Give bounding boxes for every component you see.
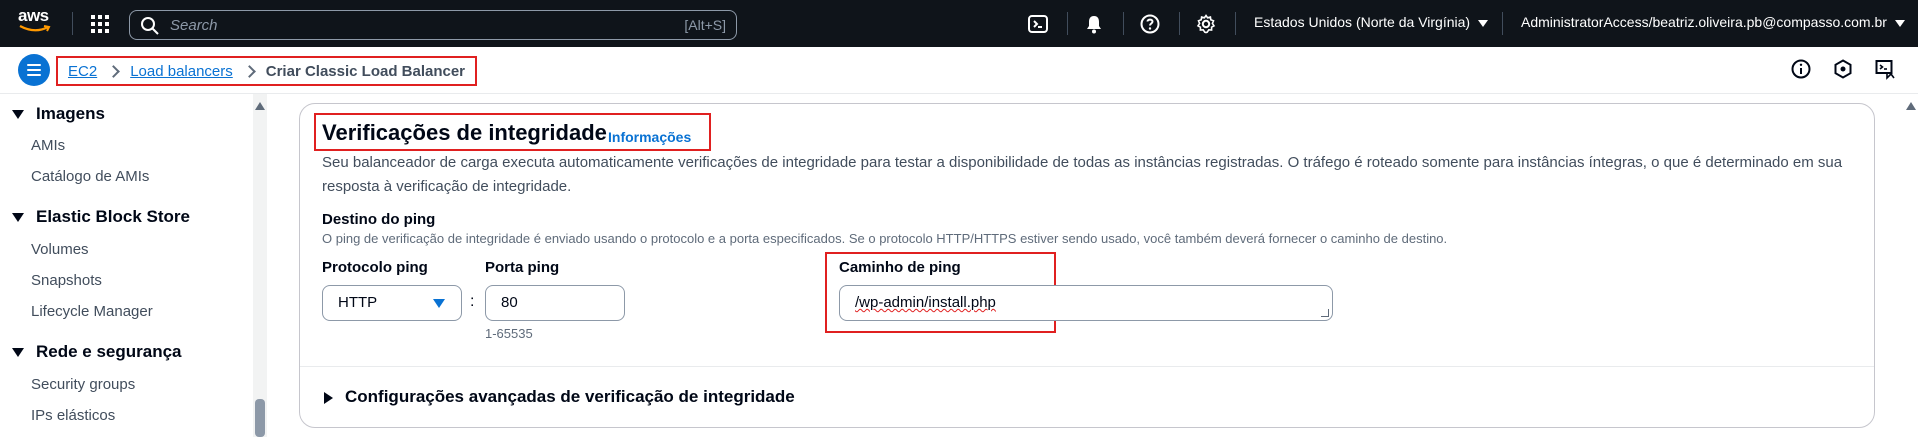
- advanced-settings-label: Configurações avançadas de verificação d…: [345, 387, 795, 406]
- ping-protocol-select[interactable]: HTTP: [322, 285, 462, 321]
- nav-divider: [1123, 12, 1124, 35]
- hamburger-icon: [27, 64, 41, 66]
- nav-divider: [1502, 12, 1503, 35]
- chevron-right-icon: [242, 64, 256, 78]
- sidebar-section-network-security[interactable]: Rede e segurança: [12, 342, 182, 362]
- breadcrumb-ec2[interactable]: EC2: [68, 63, 97, 80]
- sidebar: Imagens AMIs Catálogo de AMIs Elastic Bl…: [0, 94, 253, 437]
- panel-divider: [300, 366, 1874, 367]
- aws-logo-text: aws: [18, 6, 49, 25]
- notifications-bell-icon[interactable]: [1083, 13, 1105, 35]
- breadcrumb-load-balancers[interactable]: Load balancers: [130, 63, 233, 80]
- sidebar-section-title: Imagens: [36, 104, 105, 123]
- feedback-console-icon[interactable]: [1874, 58, 1896, 80]
- sidebar-scrollbar[interactable]: [253, 94, 267, 437]
- chevron-right-icon: [107, 64, 121, 78]
- scrollbar-thumb[interactable]: [255, 399, 265, 437]
- account-menu[interactable]: AdministratorAccess/beatriz.oliveira.pb@…: [1521, 14, 1905, 30]
- panel-title: Verificações de integridade: [322, 120, 607, 145]
- search-shortcut: [Alt+S]: [684, 17, 726, 33]
- ping-target-label: Destino do ping: [322, 211, 436, 228]
- sidebar-item-amis[interactable]: AMIs: [31, 137, 65, 154]
- sidebar-item-security-groups[interactable]: Security groups: [31, 376, 135, 393]
- caret-down-icon: [12, 110, 24, 120]
- top-navigation-bar: aws Search [Alt+S] Estados Unidos (Norte…: [0, 0, 1918, 47]
- shield-hexagon-icon[interactable]: [1832, 58, 1854, 80]
- ping-port-value: 80: [501, 294, 518, 311]
- settings-gear-icon[interactable]: [1195, 13, 1217, 35]
- main-scrollbar[interactable]: [1903, 94, 1918, 437]
- ping-target-description: O ping de verificação de integridade é e…: [322, 231, 1448, 246]
- aws-logo[interactable]: aws: [18, 6, 56, 38]
- caret-down-icon: [12, 213, 24, 223]
- ping-port-hint: 1-65535: [485, 326, 533, 341]
- sidebar-section-title: Rede e segurança: [36, 342, 182, 361]
- nav-divider: [72, 12, 73, 35]
- info-panel-icon[interactable]: [1790, 58, 1812, 80]
- chevron-down-icon: [1894, 19, 1905, 27]
- resize-grip-icon[interactable]: [1321, 309, 1329, 317]
- services-grid-icon[interactable]: [90, 14, 110, 34]
- ping-port-input[interactable]: 80: [485, 285, 625, 321]
- search-input[interactable]: Search [Alt+S]: [129, 10, 737, 40]
- region-selector[interactable]: Estados Unidos (Norte da Virgínia): [1254, 14, 1489, 30]
- ping-path-label: Caminho de ping: [839, 259, 961, 276]
- region-label: Estados Unidos (Norte da Virgínia): [1254, 14, 1471, 30]
- sidebar-item-lifecycle-manager[interactable]: Lifecycle Manager: [31, 303, 153, 320]
- aws-smile-icon: [19, 25, 51, 32]
- scroll-up-arrow-icon[interactable]: [1906, 102, 1916, 110]
- panel-description: Seu balanceador de carga executa automat…: [322, 154, 1843, 195]
- caret-right-icon: [324, 391, 333, 404]
- sidebar-section-title: Elastic Block Store: [36, 207, 191, 226]
- ping-path-input[interactable]: /wp-admin/install.php: [839, 285, 1333, 321]
- search-placeholder: Search: [170, 17, 218, 34]
- caret-down-icon: [433, 299, 445, 308]
- hamburger-icon-line: [27, 74, 41, 76]
- info-link[interactable]: Informações: [608, 129, 691, 145]
- sidebar-item-snapshots[interactable]: Snapshots: [31, 272, 102, 289]
- chevron-down-icon: [1478, 19, 1489, 27]
- scroll-up-arrow-icon[interactable]: [255, 102, 265, 110]
- help-icon[interactable]: [1139, 13, 1161, 35]
- nav-divider: [1235, 12, 1236, 35]
- search-icon: [141, 17, 159, 35]
- breadcrumb-current: Criar Classic Load Balancer: [265, 62, 466, 80]
- hamburger-icon-line: [27, 69, 41, 71]
- sidebar-item-ami-catalog[interactable]: Catálogo de AMIs: [31, 168, 149, 185]
- cloudshell-icon[interactable]: [1027, 13, 1049, 35]
- breadcrumb: EC2 Load balancers Criar Classic Load Ba…: [56, 56, 478, 86]
- side-menu-button[interactable]: [18, 54, 50, 86]
- nav-divider: [1179, 12, 1180, 35]
- sidebar-section-imagens[interactable]: Imagens: [12, 104, 105, 124]
- ping-path-value: /wp-admin/install.php: [855, 294, 996, 311]
- caret-down-icon: [12, 348, 24, 358]
- advanced-settings-expander[interactable]: Configurações avançadas de verificação d…: [324, 387, 795, 407]
- ping-port-label: Porta ping: [485, 259, 560, 276]
- protocol-port-separator: :: [470, 293, 475, 310]
- account-label: AdministratorAccess/beatriz.oliveira.pb@…: [1521, 14, 1887, 30]
- ping-protocol-value: HTTP: [338, 294, 378, 311]
- sidebar-section-ebs[interactable]: Elastic Block Store: [12, 207, 190, 227]
- ping-protocol-label: Protocolo ping: [322, 259, 428, 276]
- sidebar-item-volumes[interactable]: Volumes: [31, 241, 89, 258]
- breadcrumb-bar: EC2 Load balancers Criar Classic Load Ba…: [0, 47, 1918, 94]
- sidebar-item-elastic-ips[interactable]: IPs elásticos: [31, 407, 115, 424]
- nav-divider: [1067, 12, 1068, 35]
